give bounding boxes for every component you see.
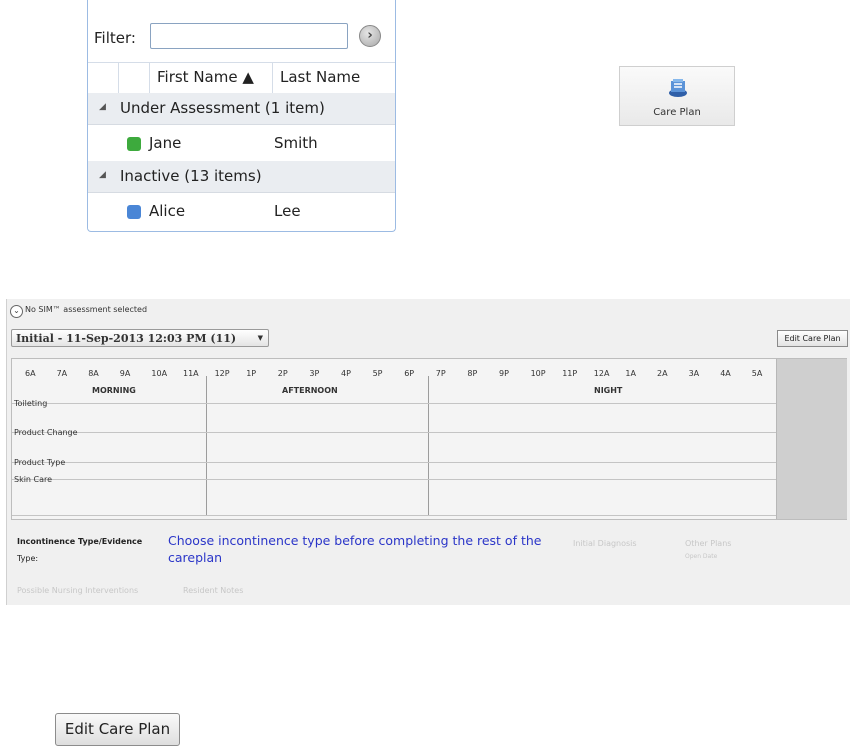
hour-label: 9A — [119, 369, 131, 378]
care-plan-icon — [669, 79, 687, 97]
care-plan-toolbar-button[interactable]: Care Plan — [619, 66, 735, 126]
open-date-label: Open Date — [685, 553, 718, 560]
first-name-cell: Alice — [149, 202, 186, 220]
group-label: Inactive (13 items) — [120, 167, 262, 185]
grid-line — [12, 403, 776, 404]
column-header-first-name[interactable]: First Name ▲ — [157, 68, 254, 86]
incontinence-label: Incontinence Type/Evidence — [17, 537, 143, 546]
column-divider — [272, 63, 273, 93]
hour-label: 12A — [593, 369, 610, 378]
group-row-inactive[interactable]: ◢ Inactive (13 items) — [88, 161, 395, 193]
hour-label: 10A — [151, 369, 168, 378]
incontinence-message: Choose incontinence type before completi… — [168, 533, 542, 565]
hour-label: 10P — [530, 369, 546, 378]
expand-icon[interactable]: ⌄ — [10, 305, 23, 318]
hour-label: 5A — [751, 369, 763, 378]
period-divider — [428, 376, 429, 516]
column-divider — [118, 63, 119, 93]
status-indicator-icon — [127, 205, 141, 219]
grid-side-panel — [776, 359, 847, 519]
hour-label: 9P — [499, 369, 509, 378]
hour-label: 12P — [214, 369, 230, 378]
filter-row: Filter: › — [88, 22, 395, 56]
care-plan-label: Care Plan — [653, 107, 701, 118]
edit-care-plan-large-button[interactable]: Edit Care Plan — [55, 713, 180, 746]
filter-label: Filter: — [94, 29, 136, 47]
group-row-under-assessment[interactable]: ◢ Under Assessment (1 item) — [88, 93, 395, 125]
status-indicator-icon — [127, 137, 141, 151]
hour-label: 4P — [341, 369, 351, 378]
collapse-triangle-icon[interactable]: ◢ — [99, 102, 106, 112]
hour-label: 4A — [720, 369, 731, 378]
caret-down-icon: ▼ — [257, 334, 263, 342]
row-label-product-type: Product Type — [14, 458, 66, 467]
hour-label: 6P — [404, 369, 415, 378]
other-plans-label: Other Plans — [685, 539, 732, 548]
hour-label: 1P — [246, 369, 257, 378]
hour-label: 7A — [56, 369, 68, 378]
collapse-triangle-icon[interactable]: ◢ — [99, 170, 106, 180]
column-divider — [149, 63, 150, 93]
nursing-interventions-label: Possible Nursing Interventions — [17, 586, 139, 595]
hour-label: 7P — [435, 369, 446, 378]
grid-line — [12, 479, 776, 480]
type-label: Type: — [17, 554, 39, 563]
edit-care-plan-button[interactable]: Edit Care Plan — [777, 330, 848, 347]
grid-line — [12, 515, 776, 516]
initial-diagnosis-label: Initial Diagnosis — [573, 539, 637, 548]
hour-label: 2A — [657, 369, 668, 378]
period-night: NIGHT — [594, 386, 623, 395]
care-plan-screen: ⌄ No SIM™ assessment selected Initial - … — [6, 299, 850, 605]
last-name-cell: Smith — [274, 134, 318, 152]
hour-label: 5P — [372, 369, 383, 378]
assessment-select-value: Initial - 11-Sep-2013 12:03 PM (11) — [16, 332, 237, 345]
hour-label: 2P — [277, 369, 288, 378]
period-afternoon: AFTERNOON — [282, 386, 338, 395]
row-label-skin-care: Skin Care — [14, 475, 53, 484]
hour-label: 1A — [625, 369, 636, 378]
hour-label: 8P — [467, 369, 478, 378]
group-label: Under Assessment (1 item) — [120, 99, 325, 117]
grid-line — [12, 462, 776, 463]
period-morning: MORNING — [92, 386, 136, 395]
patient-row[interactable]: Jane Smith — [88, 125, 395, 161]
period-divider — [206, 376, 207, 516]
first-name-cell: Jane — [149, 134, 182, 152]
column-header-last-name[interactable]: Last Name — [280, 68, 360, 86]
hour-label: 8A — [88, 369, 99, 378]
resident-notes-label: Resident Notes — [183, 586, 244, 595]
schedule-grid: 6A 7A 8A 9A 10A 11A 12P 1P 2P 3P 4P 5P 6P 7P 8P 9P 10P 11… — [11, 358, 847, 520]
last-name-cell: Lee — [274, 202, 301, 220]
filter-input[interactable] — [150, 23, 348, 49]
sim-status-text: No SIM™ assessment selected — [25, 305, 148, 314]
row-label-product-change: Product Change — [14, 428, 78, 437]
hour-label: 3P — [309, 369, 320, 378]
column-header: First Name ▲ Last Name — [88, 62, 395, 94]
patient-list-panel: Filter: › First Name ▲ Last Name ◢ Under… — [87, 0, 396, 232]
chevron-right-icon[interactable]: › — [359, 25, 381, 47]
hour-label: 6A — [25, 369, 36, 378]
hour-label: 11P — [562, 369, 578, 378]
row-label-toileting: Toileting — [14, 399, 48, 408]
hour-label: 11A — [183, 369, 199, 378]
patient-row[interactable]: Alice Lee — [88, 193, 395, 229]
hour-label: 3A — [688, 369, 700, 378]
assessment-select[interactable]: Initial - 11-Sep-2013 12:03 PM (11) ▼ — [11, 329, 269, 347]
grid-line — [12, 432, 776, 433]
